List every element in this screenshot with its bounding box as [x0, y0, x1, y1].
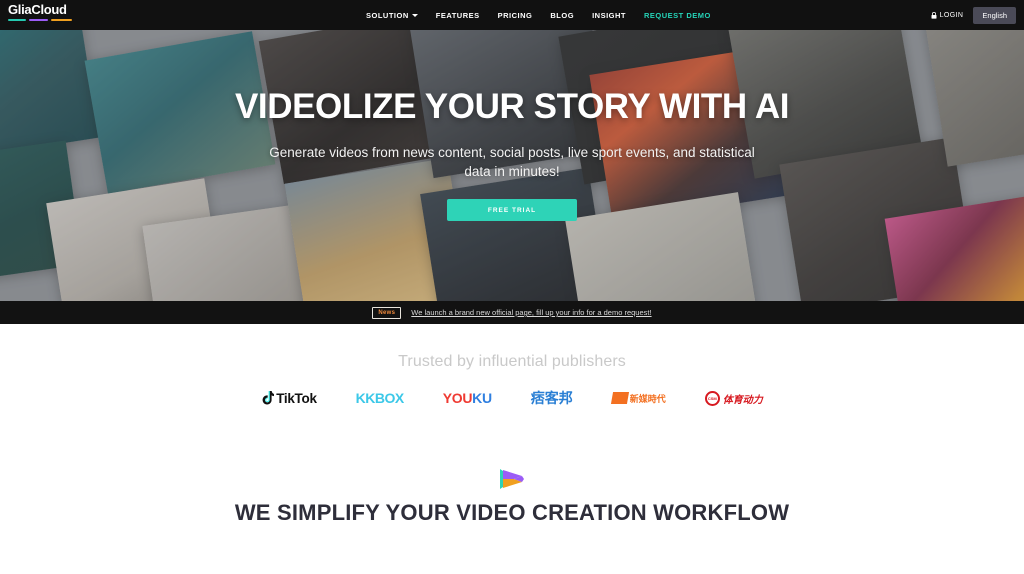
nav-item-features[interactable]: FEATURES: [436, 11, 480, 20]
nav-item-features-label: FEATURES: [435, 10, 480, 20]
workflow-section: WE SIMPLIFY YOUR VIDEO CREATION WORKFLOW: [0, 411, 1024, 527]
brand-logo-text: GliaCloud: [8, 2, 67, 17]
nav-item-blog-label: BLOG: [550, 10, 575, 20]
brand-bar-teal: [8, 19, 27, 21]
top-navigation-bar: GliaCloud SOLUTION FEATURES PRICING BLOG…: [0, 0, 1024, 30]
publisher-logo-tiktok[interactable]: TikTok: [261, 385, 317, 411]
trusted-title: Trusted by influential publishers: [398, 353, 626, 370]
language-selector[interactable]: English: [973, 6, 1016, 24]
trusted-publishers-section: Trusted by influential publishers TikTok…: [0, 324, 1024, 411]
primary-nav-links: SOLUTION FEATURES PRICING BLOG INSIGHT R…: [366, 0, 711, 30]
hero-title: VIDEOLIZE YOUR STORY WITH AI: [234, 87, 790, 126]
youku-label-ku: KU: [472, 390, 492, 406]
nav-item-solution[interactable]: SOLUTION: [366, 11, 418, 20]
brand-logo[interactable]: GliaCloud: [8, 3, 72, 21]
brand-bar-orange: [50, 19, 72, 21]
nav-item-insight[interactable]: INSIGHT: [592, 11, 626, 20]
xinmeitidai-label: 新媒時代: [629, 394, 666, 405]
publisher-logo-youku[interactable]: YOU KU: [443, 385, 492, 411]
hero-section: VIDEOLIZE YOUR STORY WITH AI Generate vi…: [0, 30, 1024, 301]
nav-item-insight-label: INSIGHT: [592, 10, 626, 20]
news-message-link[interactable]: We launch a brand new official page, fil…: [411, 308, 651, 317]
csm-label: 体育动力: [722, 394, 763, 406]
play-icon: [500, 469, 524, 489]
nav-item-solution-label: SOLUTION: [366, 10, 409, 20]
youku-label-you: YOU: [442, 390, 473, 406]
publisher-logos-row: TikTok KKBOX YOU KU 痞客邦 新媒時代 CSM 体育动力: [261, 385, 763, 411]
login-button[interactable]: LOGIN: [931, 12, 964, 19]
nav-item-request-demo-label: REQUEST DEMO: [643, 10, 711, 20]
hero-subtitle: Generate videos from news content, socia…: [269, 145, 755, 179]
xinmeitidai-mark-icon: [610, 392, 629, 404]
nav-item-pricing-label: PRICING: [497, 10, 533, 20]
brand-logo-bars: [8, 19, 72, 21]
brand-bar-purple: [29, 19, 48, 21]
nav-item-blog[interactable]: BLOG: [550, 11, 574, 20]
hero-content: VIDEOLIZE YOUR STORY WITH AI Generate vi…: [0, 30, 1024, 301]
lock-icon: [931, 11, 937, 19]
publisher-logo-pixnet[interactable]: 痞客邦: [531, 385, 573, 411]
chevron-down-icon: [411, 14, 418, 17]
nav-item-request-demo[interactable]: REQUEST DEMO: [644, 11, 711, 20]
kkbox-label: KKBOX: [355, 390, 405, 406]
free-trial-button[interactable]: FREE TRIAL: [447, 199, 577, 222]
news-announcement-bar: News We launch a brand new official page…: [0, 301, 1024, 324]
publisher-logo-xinmeitidai[interactable]: 新媒時代: [610, 385, 666, 411]
pixnet-label: 痞客邦: [530, 391, 573, 407]
tiktok-label: TikTok: [276, 390, 317, 406]
news-badge[interactable]: News: [372, 306, 402, 319]
nav-item-pricing[interactable]: PRICING: [498, 11, 533, 20]
publisher-logo-csm[interactable]: CSM 体育动力: [704, 385, 763, 411]
publisher-logo-kkbox[interactable]: KKBOX: [355, 385, 405, 411]
csm-mark-icon: CSM: [704, 390, 720, 406]
login-label: LOGIN: [939, 11, 964, 19]
nav-right-group: LOGIN English: [931, 0, 1016, 30]
tiktok-note-icon: [262, 390, 275, 404]
workflow-title: WE SIMPLIFY YOUR VIDEO CREATION WORKFLOW: [234, 500, 790, 525]
